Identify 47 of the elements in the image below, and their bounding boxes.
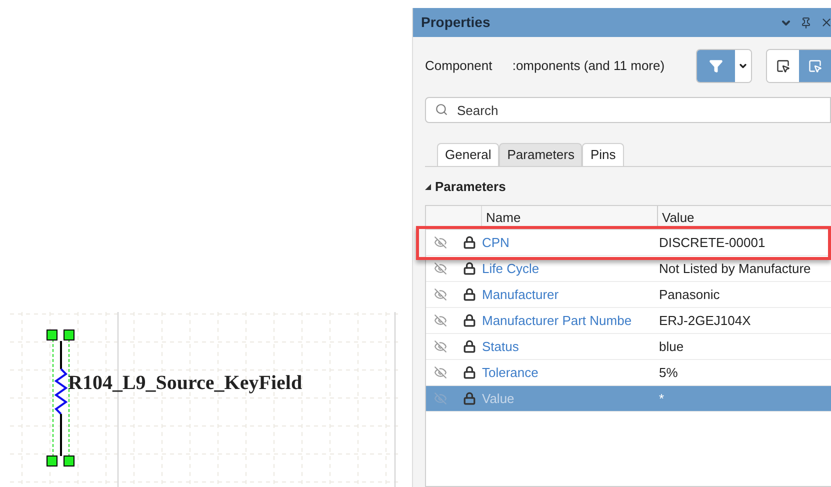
parameter-name: Tolerance: [482, 364, 540, 382]
parameter-value: ERJ-2GEJ104X: [659, 312, 751, 330]
component-label: R104_L9_Source_KeyField: [68, 371, 302, 396]
parameter-value: 5%: [659, 364, 678, 382]
parameter-value: blue: [659, 338, 684, 356]
select-pointer-icon: [776, 59, 790, 73]
collapse-triangle-icon[interactable]: [425, 184, 431, 190]
visibility-off-icon[interactable]: [434, 340, 447, 353]
lock-icon[interactable]: [463, 288, 476, 301]
section-title: Parameters: [435, 178, 506, 196]
filter-label: Component: [425, 57, 494, 76]
parameter-name: CPN: [482, 234, 510, 252]
visibility-off-icon[interactable]: [434, 236, 447, 249]
tab[interactable]: General: [437, 143, 500, 166]
parameter-value: Not Listed by Manufacture: [659, 260, 811, 278]
lock-icon[interactable]: [463, 314, 476, 327]
parameter-name: Manufacturer: [482, 286, 560, 304]
lock-icon[interactable]: [463, 366, 476, 379]
panel-title: Properties: [421, 13, 490, 32]
pin-icon[interactable]: [800, 16, 812, 28]
tab[interactable]: Pins: [582, 143, 624, 166]
lock-icon[interactable]: [463, 340, 476, 353]
visibility-off-icon[interactable]: [434, 262, 447, 275]
parameter-name: Status: [482, 338, 520, 356]
search-icon: [435, 103, 448, 116]
parameter-value: *: [659, 390, 664, 408]
selection-mode-button[interactable]: [767, 50, 800, 82]
caret-icon: [738, 61, 748, 71]
parameter-name: Life Cycle: [482, 260, 540, 278]
search-field[interactable]: Search: [425, 97, 831, 123]
filter-dropdown-button[interactable]: [734, 50, 752, 82]
lock-icon[interactable]: [463, 262, 476, 275]
visibility-off-icon[interactable]: [434, 288, 447, 301]
column-header[interactable]: Name: [482, 206, 658, 229]
select-pointer-icon: [808, 59, 822, 73]
lock-icon[interactable]: [463, 236, 476, 249]
parameter-value: Panasonic: [659, 286, 720, 304]
visibility-off-icon[interactable]: [434, 366, 447, 379]
parameter-name: Manufacturer Part Numbe: [482, 312, 633, 330]
column-header[interactable]: Value: [658, 208, 694, 228]
close-icon[interactable]: [820, 16, 831, 29]
parameter-value: DISCRETE-00001: [659, 234, 766, 252]
tab[interactable]: Parameters: [499, 143, 582, 166]
parameter-name: Value: [482, 390, 516, 408]
filter-value[interactable]: :omponents (and 11 more): [512, 56, 696, 76]
visibility-off-icon[interactable]: [434, 314, 447, 327]
filter-icon: [708, 59, 723, 73]
